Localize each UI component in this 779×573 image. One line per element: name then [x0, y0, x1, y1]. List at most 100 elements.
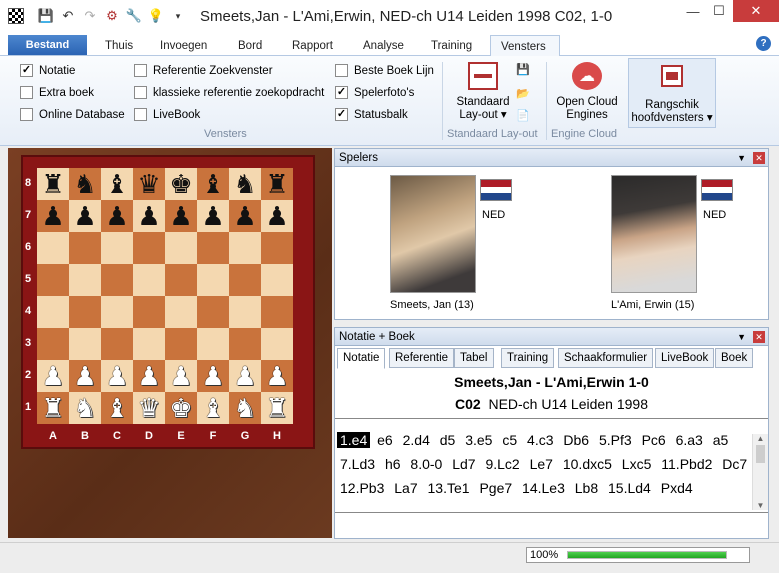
- square-e6[interactable]: [165, 232, 197, 264]
- tab-tabel[interactable]: Tabel: [454, 348, 494, 368]
- square-a1[interactable]: ♜: [37, 392, 69, 424]
- black-pawn-icon[interactable]: ♟: [201, 200, 224, 232]
- move[interactable]: 11.Pbd2: [658, 456, 715, 472]
- square-c4[interactable]: [101, 296, 133, 328]
- white-pawn-icon[interactable]: ♟: [169, 360, 192, 392]
- move[interactable]: c5: [499, 432, 520, 448]
- tab-training[interactable]: Training: [421, 35, 482, 56]
- square-d8[interactable]: ♛: [133, 168, 165, 200]
- square-b3[interactable]: [69, 328, 101, 360]
- move[interactable]: Pge7: [476, 480, 515, 496]
- tab-bord[interactable]: Bord: [228, 35, 272, 56]
- white-rook-icon[interactable]: ♜: [41, 392, 64, 424]
- wrench-icon[interactable]: 🔧: [124, 6, 144, 26]
- move[interactable]: Pxd4: [658, 480, 696, 496]
- tab-notatie[interactable]: Notatie: [337, 348, 386, 369]
- square-a5[interactable]: [37, 264, 69, 296]
- square-g6[interactable]: [229, 232, 261, 264]
- square-c2[interactable]: ♟: [101, 360, 133, 392]
- move[interactable]: 1.e4: [337, 432, 371, 448]
- tab-bestand[interactable]: Bestand: [8, 35, 87, 55]
- move[interactable]: 7.Ld3: [337, 456, 378, 472]
- white-king-icon[interactable]: ♚: [169, 392, 192, 424]
- square-d1[interactable]: ♛: [133, 392, 165, 424]
- undo-icon[interactable]: ↶: [58, 6, 78, 26]
- move-list-scrollbar[interactable]: ▲ ▼: [752, 434, 768, 510]
- square-a7[interactable]: ♟: [37, 200, 69, 232]
- tab-rapport[interactable]: Rapport: [282, 35, 343, 56]
- checkbox-notatie[interactable]: ✓ Notatie: [20, 64, 75, 77]
- square-b7[interactable]: ♟: [69, 200, 101, 232]
- tab-vensters[interactable]: Vensters: [490, 35, 560, 57]
- black-bishop-icon[interactable]: ♝: [105, 168, 128, 200]
- square-e1[interactable]: ♚: [165, 392, 197, 424]
- tab-boek[interactable]: Boek: [715, 348, 754, 368]
- white-pawn-icon[interactable]: ♟: [201, 360, 224, 392]
- tab-livebook[interactable]: LiveBook: [655, 348, 715, 368]
- move[interactable]: e6: [374, 432, 396, 448]
- black-pawn-icon[interactable]: ♟: [233, 200, 256, 232]
- square-e4[interactable]: [165, 296, 197, 328]
- black-pawn-icon[interactable]: ♟: [41, 200, 64, 232]
- square-e5[interactable]: [165, 264, 197, 296]
- black-bishop-icon[interactable]: ♝: [201, 168, 224, 200]
- square-b6[interactable]: [69, 232, 101, 264]
- square-h4[interactable]: [261, 296, 293, 328]
- move[interactable]: 13.Te1: [425, 480, 473, 496]
- checkbox-klassieke-referentie[interactable]: klassieke referentie zoekopdracht: [134, 86, 324, 99]
- move[interactable]: 2.d4: [400, 432, 433, 448]
- square-g8[interactable]: ♞: [229, 168, 261, 200]
- square-a4[interactable]: [37, 296, 69, 328]
- save-icon[interactable]: 💾: [36, 6, 56, 26]
- move[interactable]: Dc7: [719, 456, 750, 472]
- move[interactable]: 4.c3: [524, 432, 556, 448]
- maximize-button[interactable]: ☐: [705, 0, 733, 22]
- square-c7[interactable]: ♟: [101, 200, 133, 232]
- black-pawn-icon[interactable]: ♟: [73, 200, 96, 232]
- scroll-thumb[interactable]: [756, 445, 765, 463]
- close-pane-icon[interactable]: ✕: [753, 331, 765, 343]
- square-c3[interactable]: [101, 328, 133, 360]
- square-d3[interactable]: [133, 328, 165, 360]
- square-d2[interactable]: ♟: [133, 360, 165, 392]
- dropdown-icon[interactable]: ▼: [737, 328, 746, 346]
- move[interactable]: d5: [437, 432, 459, 448]
- square-f8[interactable]: ♝: [197, 168, 229, 200]
- square-e2[interactable]: ♟: [165, 360, 197, 392]
- minimize-button[interactable]: —: [679, 0, 707, 22]
- square-h7[interactable]: ♟: [261, 200, 293, 232]
- move[interactable]: 14.Le3: [519, 480, 568, 496]
- square-g1[interactable]: ♞: [229, 392, 261, 424]
- checkbox-livebook[interactable]: LiveBook: [134, 108, 200, 121]
- black-pawn-icon[interactable]: ♟: [137, 200, 160, 232]
- square-c5[interactable]: [101, 264, 133, 296]
- move[interactable]: Lb8: [572, 480, 601, 496]
- white-pawn-icon[interactable]: ♟: [73, 360, 96, 392]
- square-a3[interactable]: [37, 328, 69, 360]
- white-queen-icon[interactable]: ♛: [137, 392, 160, 424]
- square-b4[interactable]: [69, 296, 101, 328]
- black-knight-icon[interactable]: ♞: [73, 168, 96, 200]
- move[interactable]: Pc6: [639, 432, 669, 448]
- square-f4[interactable]: [197, 296, 229, 328]
- black-knight-icon[interactable]: ♞: [233, 168, 256, 200]
- square-g4[interactable]: [229, 296, 261, 328]
- move[interactable]: Lxc5: [619, 456, 655, 472]
- tab-invoegen[interactable]: Invoegen: [150, 35, 217, 56]
- engine-icon[interactable]: ⚙: [102, 6, 122, 26]
- black-king-icon[interactable]: ♚: [169, 168, 192, 200]
- square-f7[interactable]: ♟: [197, 200, 229, 232]
- square-h2[interactable]: ♟: [261, 360, 293, 392]
- white-pawn-icon[interactable]: ♟: [105, 360, 128, 392]
- move[interactable]: Db6: [560, 432, 592, 448]
- square-h8[interactable]: ♜: [261, 168, 293, 200]
- tab-referentie[interactable]: Referentie: [389, 348, 455, 368]
- move[interactable]: 6.a3: [673, 432, 706, 448]
- move[interactable]: 3.e5: [462, 432, 495, 448]
- square-f5[interactable]: [197, 264, 229, 296]
- square-e7[interactable]: ♟: [165, 200, 197, 232]
- black-pawn-icon[interactable]: ♟: [169, 200, 192, 232]
- white-rook-icon[interactable]: ♜: [265, 392, 288, 424]
- white-bishop-icon[interactable]: ♝: [105, 392, 128, 424]
- move[interactable]: 8.0-0: [407, 456, 445, 472]
